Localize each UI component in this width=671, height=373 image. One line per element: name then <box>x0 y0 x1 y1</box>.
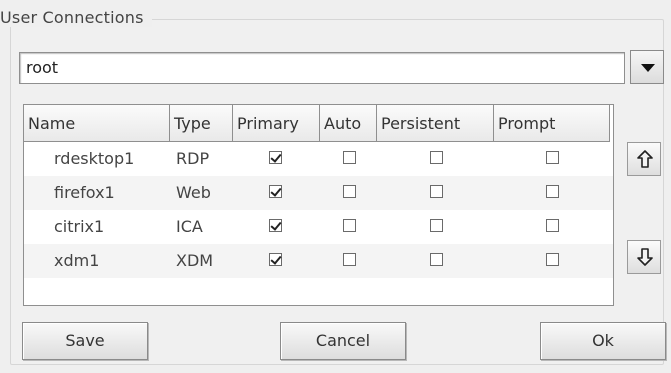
move-up-button[interactable] <box>627 142 661 176</box>
primary-checkbox[interactable] <box>269 151 282 164</box>
column-header-persistent[interactable]: Persistent <box>377 105 494 141</box>
connections-table: Name Type Primary Auto Persistent Prompt… <box>23 104 614 306</box>
persistent-checkbox[interactable] <box>430 219 443 232</box>
connection-name: citrix1 <box>54 217 105 236</box>
primary-checkbox[interactable] <box>269 253 282 266</box>
chevron-down-icon <box>641 64 655 72</box>
user-select-dropdown-button[interactable] <box>630 50 664 84</box>
prompt-checkbox[interactable] <box>546 185 559 198</box>
column-header-primary[interactable]: Primary <box>233 105 320 141</box>
persistent-checkbox[interactable] <box>430 151 443 164</box>
column-header-prompt[interactable]: Prompt <box>494 105 610 141</box>
save-button[interactable]: Save <box>22 322 148 360</box>
connection-type: RDP <box>176 149 210 168</box>
connection-type: Web <box>176 183 211 202</box>
connection-type: XDM <box>176 251 214 270</box>
prompt-checkbox[interactable] <box>546 151 559 164</box>
column-header-auto[interactable]: Auto <box>320 105 377 141</box>
table-row[interactable]: citrix1 ICA <box>24 210 613 244</box>
arrow-up-icon <box>637 150 653 168</box>
connection-type: ICA <box>176 217 203 236</box>
table-row[interactable]: xdm1 XDM <box>24 244 613 278</box>
primary-checkbox[interactable] <box>269 219 282 232</box>
user-select[interactable]: root <box>19 52 625 84</box>
ok-button[interactable]: Ok <box>540 322 666 360</box>
prompt-checkbox[interactable] <box>546 253 559 266</box>
cancel-button[interactable]: Cancel <box>280 322 406 360</box>
auto-checkbox[interactable] <box>343 253 356 266</box>
table-header: Name Type Primary Auto Persistent Prompt <box>24 105 610 142</box>
column-header-name[interactable]: Name <box>24 105 170 141</box>
persistent-checkbox[interactable] <box>430 185 443 198</box>
arrow-down-icon <box>637 248 653 266</box>
table-row[interactable]: rdesktop1 RDP <box>24 142 613 176</box>
auto-checkbox[interactable] <box>343 185 356 198</box>
persistent-checkbox[interactable] <box>430 253 443 266</box>
move-down-button[interactable] <box>627 240 661 274</box>
connection-name: xdm1 <box>54 251 100 270</box>
auto-checkbox[interactable] <box>343 219 356 232</box>
prompt-checkbox[interactable] <box>546 219 559 232</box>
connection-name: rdesktop1 <box>54 149 135 168</box>
table-row[interactable]: firefox1 Web <box>24 176 613 210</box>
auto-checkbox[interactable] <box>343 151 356 164</box>
user-select-value: root <box>26 58 59 77</box>
group-title: User Connections <box>0 8 152 27</box>
column-header-type[interactable]: Type <box>170 105 233 141</box>
primary-checkbox[interactable] <box>269 185 282 198</box>
connection-name: firefox1 <box>54 183 115 202</box>
